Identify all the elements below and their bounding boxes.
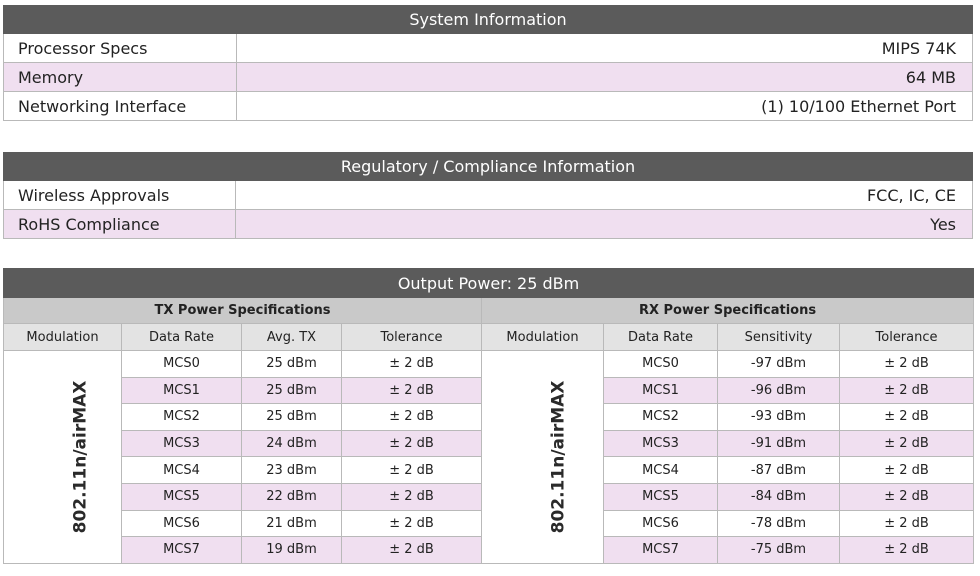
system-information-title: System Information [3,5,973,34]
tx-data-rate: MCS6 [121,509,242,538]
rx-tolerance: ± 2 dB [838,376,975,405]
tx-data-rate: MCS4 [121,456,242,484]
tx-avg: 22 dBm [241,482,342,511]
rx-tolerance: ± 2 dB [838,403,975,431]
tx-power-title: TX Power Specifications [3,297,482,324]
spec-label: Wireless Approvals [3,180,236,210]
tx-data-rate-header: Data Rate [121,323,242,351]
spec-value: FCC, IC, CE [235,180,973,210]
tx-tolerance: ± 2 dB [341,376,482,405]
rx-tolerance: ± 2 dB [838,536,975,564]
rx-sensitivity: -87 dBm [717,456,840,484]
rx-sensitivity: -91 dBm [717,429,840,458]
rx-sensitivity: -96 dBm [717,376,840,405]
spec-label: Networking Interface [3,91,237,121]
tx-avg: 19 dBm [241,536,342,564]
tx-data-rate: MCS2 [121,403,242,431]
tx-tolerance: ± 2 dB [341,482,482,511]
regulatory-title: Regulatory / Compliance Information [3,152,973,181]
spec-label: RoHS Compliance [3,209,236,239]
tx-tolerance: ± 2 dB [341,456,482,484]
tx-tolerance: ± 2 dB [341,536,482,564]
tx-avg: 25 dBm [241,376,342,405]
spec-value: 64 MB [236,62,973,92]
table-row: Wireless Approvals FCC, IC, CE [3,180,973,210]
table-row: RoHS Compliance Yes [3,209,973,239]
tx-data-rate: MCS5 [121,482,242,511]
system-information-table: System Information Processor Specs MIPS … [3,5,973,121]
rx-modulation-cell: 802.11n/airMAX [481,350,604,564]
table-row: Memory 64 MB [3,62,973,92]
spec-label: Processor Specs [3,33,237,63]
tx-avg: 23 dBm [241,456,342,484]
tx-avg: 25 dBm [241,350,342,378]
rx-power-title: RX Power Specifications [480,297,975,324]
rx-tolerance: ± 2 dB [838,509,975,538]
tx-data-rate: MCS0 [121,350,242,378]
output-power-table: Output Power: 25 dBm TX Power Specificat… [2,268,975,564]
rx-data-rate: MCS0 [603,350,718,378]
rx-modulation-header: Modulation [481,323,604,351]
tx-tolerance: ± 2 dB [341,350,482,378]
rx-data-rate: MCS4 [603,456,718,484]
tx-data-rate: MCS7 [121,536,242,564]
tx-modulation-header: Modulation [3,323,122,351]
tx-modulation-cell: 802.11n/airMAX [3,350,122,564]
rx-sensitivity: -97 dBm [717,350,840,378]
table-row: 802.11n/airMAX MCS0 25 dBm ± 2 dB 802.11… [3,350,975,564]
spec-value: (1) 10/100 Ethernet Port [236,91,973,121]
spec-value: MIPS 74K [236,33,973,63]
rx-sensitivity: -75 dBm [717,536,840,564]
tx-tolerance-header: Tolerance [341,323,482,351]
rx-sensitivity-header: Sensitivity [717,323,840,351]
rx-sensitivity: -78 dBm [717,509,840,538]
rx-data-rate: MCS5 [603,482,718,511]
rx-tolerance: ± 2 dB [838,350,975,378]
rx-data-rate-header: Data Rate [603,323,718,351]
tx-tolerance: ± 2 dB [341,403,482,431]
rx-sensitivity: -93 dBm [717,403,840,431]
rx-sensitivity: -84 dBm [717,482,840,511]
tx-avg-header: Avg. TX [241,323,342,351]
tx-avg: 21 dBm [241,509,342,538]
spec-value: Yes [235,209,973,239]
rx-tolerance: ± 2 dB [838,482,975,511]
table-row: Processor Specs MIPS 74K [3,33,973,63]
tx-modulation-label: 802.11n/airMAX [70,380,91,534]
tx-avg: 24 dBm [241,429,342,458]
spec-label: Memory [3,62,237,92]
rx-data-rate: MCS3 [603,429,718,458]
tx-tolerance: ± 2 dB [341,429,482,458]
rx-tolerance-header: Tolerance [838,323,975,351]
rx-data-rate: MCS1 [603,376,718,405]
table-row: Networking Interface (1) 10/100 Ethernet… [3,91,973,121]
rx-tolerance: ± 2 dB [838,456,975,484]
output-power-title: Output Power: 25 dBm [2,268,975,298]
tx-avg: 25 dBm [241,403,342,431]
rx-modulation-label: 802.11n/airMAX [548,380,569,534]
tx-data-rate: MCS1 [121,376,242,405]
rx-data-rate: MCS6 [603,509,718,538]
tx-data-rate: MCS3 [121,429,242,458]
rx-data-rate: MCS2 [603,403,718,431]
rx-tolerance: ± 2 dB [838,429,975,458]
tx-tolerance: ± 2 dB [341,509,482,538]
rx-data-rate: MCS7 [603,536,718,564]
regulatory-compliance-table: Regulatory / Compliance Information Wire… [3,152,973,239]
